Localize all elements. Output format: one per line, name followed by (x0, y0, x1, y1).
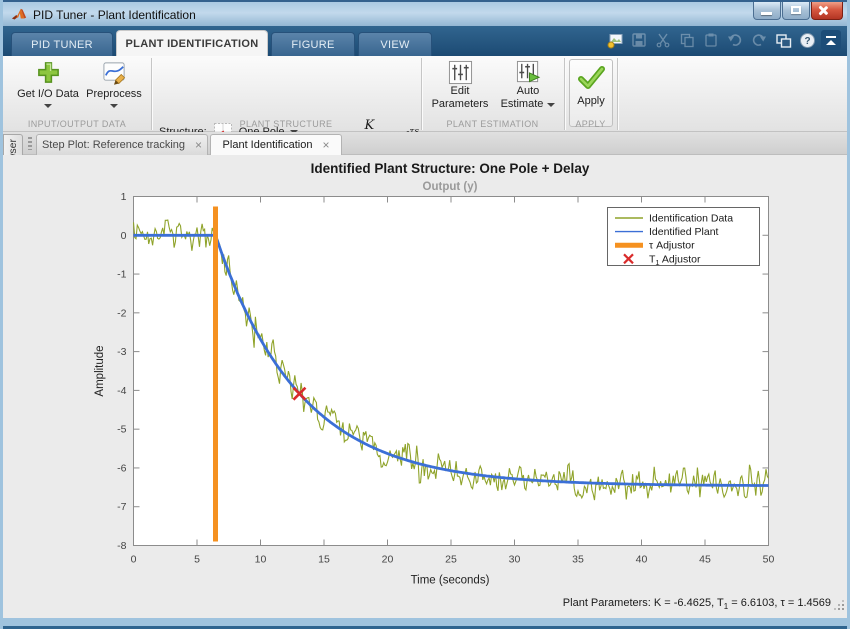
svg-text:35: 35 (572, 554, 584, 566)
window-bottom-border (3, 618, 847, 629)
ribbon: Get I/O Data Preprocess Structure: (3, 56, 847, 132)
apply-button[interactable]: Apply (569, 59, 613, 127)
tab-pid-tuner[interactable]: PID TUNER (11, 32, 113, 56)
maximize-button[interactable] (782, 2, 810, 20)
svg-text:Identification Data: Identification Data (649, 213, 733, 225)
window-title: PID Tuner - Plant Identification (33, 8, 196, 22)
svg-text:Identified Plant Structure: On: Identified Plant Structure: One Pole + D… (311, 161, 590, 176)
svg-text:0: 0 (131, 554, 137, 566)
svg-text:-7: -7 (117, 501, 126, 513)
chevron-down-icon (547, 103, 555, 107)
cut-icon[interactable] (653, 30, 673, 50)
copy-icon[interactable] (677, 30, 697, 50)
close-button[interactable] (811, 2, 843, 20)
chevron-down-icon (110, 104, 118, 108)
auto-estimate-icon (516, 60, 541, 85)
svg-text:1: 1 (121, 191, 127, 203)
svg-text:-5: -5 (117, 424, 126, 436)
tab-view[interactable]: VIEW (358, 32, 432, 56)
plant-parameters-text: Plant Parameters: K = -6.4625, T1 = 6.61… (563, 597, 831, 611)
svg-text:Time (seconds): Time (seconds) (411, 575, 490, 587)
svg-text:-6: -6 (117, 462, 126, 474)
svg-text:0: 0 (121, 230, 127, 242)
identification-chart[interactable]: Identified Plant Structure: One Pole + D… (3, 155, 847, 590)
edit-parameters-button[interactable]: Edit Parameters (427, 60, 493, 111)
svg-text:45: 45 (699, 554, 711, 566)
close-icon[interactable]: × (195, 140, 202, 150)
collapse-ribbon-icon[interactable] (821, 30, 841, 50)
tab-plant-identification[interactable]: PLANT IDENTIFICATION (116, 30, 268, 56)
ribbon-divider (617, 58, 618, 130)
minimize-button[interactable] (753, 2, 781, 20)
preprocess-button[interactable]: Preprocess (79, 60, 149, 108)
doc-tab-step-plot[interactable]: Step Plot: Reference tracking × (36, 134, 208, 155)
preprocess-icon (102, 60, 127, 85)
svg-text:?: ? (804, 36, 810, 47)
svg-text:20: 20 (382, 554, 394, 566)
auto-estimate-label: Auto (517, 85, 540, 98)
redo-icon[interactable] (749, 30, 769, 50)
export-figure-icon[interactable] (605, 30, 625, 50)
chart-legend: Identification DataIdentified Plant τ Adj… (608, 208, 760, 267)
svg-text:5: 5 (194, 554, 200, 566)
edit-parameters-label: Edit (451, 85, 470, 98)
section-label-apply: APPLY (564, 119, 617, 129)
svg-text:10: 10 (255, 554, 267, 566)
quick-access-toolbar: ? (601, 30, 817, 50)
svg-text:-4: -4 (117, 385, 126, 397)
svg-text:-2: -2 (117, 307, 126, 319)
apply-label: Apply (577, 95, 605, 107)
chevron-down-icon (44, 104, 52, 108)
close-icon[interactable]: × (322, 140, 329, 150)
status-bar: Plant Parameters: K = -6.4625, T1 = 6.61… (3, 590, 847, 618)
get-io-data-label: Get I/O Data (17, 88, 79, 100)
svg-text:Identified Plant: Identified Plant (649, 226, 719, 238)
svg-text:25: 25 (445, 554, 457, 566)
svg-text:40: 40 (636, 554, 648, 566)
save-icon[interactable] (629, 30, 649, 50)
document-tab-bar: Step Plot: Reference tracking × Plant Id… (3, 132, 847, 155)
svg-text:-1: -1 (117, 269, 126, 281)
matlab-logo-icon (11, 7, 27, 23)
section-label-estimation: PLANT ESTIMATION (421, 119, 564, 129)
auto-estimate-label: Estimate (501, 98, 544, 111)
svg-text:30: 30 (509, 554, 521, 566)
auto-estimate-button[interactable]: Auto Estimate (495, 60, 561, 111)
get-io-data-button[interactable]: Get I/O Data (13, 60, 83, 108)
svg-text:Amplitude: Amplitude (94, 345, 106, 396)
svg-text:50: 50 (763, 554, 775, 566)
plus-icon (36, 60, 61, 85)
doc-tab-plant-identification[interactable]: Plant Identification × (210, 134, 342, 155)
preprocess-label: Preprocess (86, 88, 142, 100)
section-label-io: INPUT/OUTPUT DATA (3, 119, 151, 129)
figure-area: Identified Plant Structure: One Pole + D… (3, 155, 847, 618)
svg-text:τ Adjustor: τ Adjustor (649, 240, 695, 252)
svg-text:15: 15 (318, 554, 330, 566)
panel-grip[interactable] (28, 137, 32, 150)
resize-grip[interactable] (834, 600, 844, 610)
svg-text:-3: -3 (117, 346, 126, 358)
section-label-structure: PLANT STRUCTURE (151, 119, 421, 129)
svg-text:-8: -8 (117, 540, 126, 552)
tab-figure[interactable]: FIGURE (271, 32, 355, 56)
undo-icon[interactable] (725, 30, 745, 50)
layout-windows-icon[interactable] (773, 30, 793, 50)
app-window: PID Tuner - Plant Identification PID TUN… (0, 0, 850, 629)
edit-parameters-label: Parameters (432, 98, 489, 111)
svg-text:Output (y): Output (y) (423, 181, 478, 193)
paste-icon[interactable] (701, 30, 721, 50)
window-titlebar: PID Tuner - Plant Identification (3, 0, 847, 26)
edit-parameters-icon (448, 60, 473, 85)
apply-check-icon (577, 66, 605, 90)
help-icon[interactable]: ? (797, 30, 817, 50)
